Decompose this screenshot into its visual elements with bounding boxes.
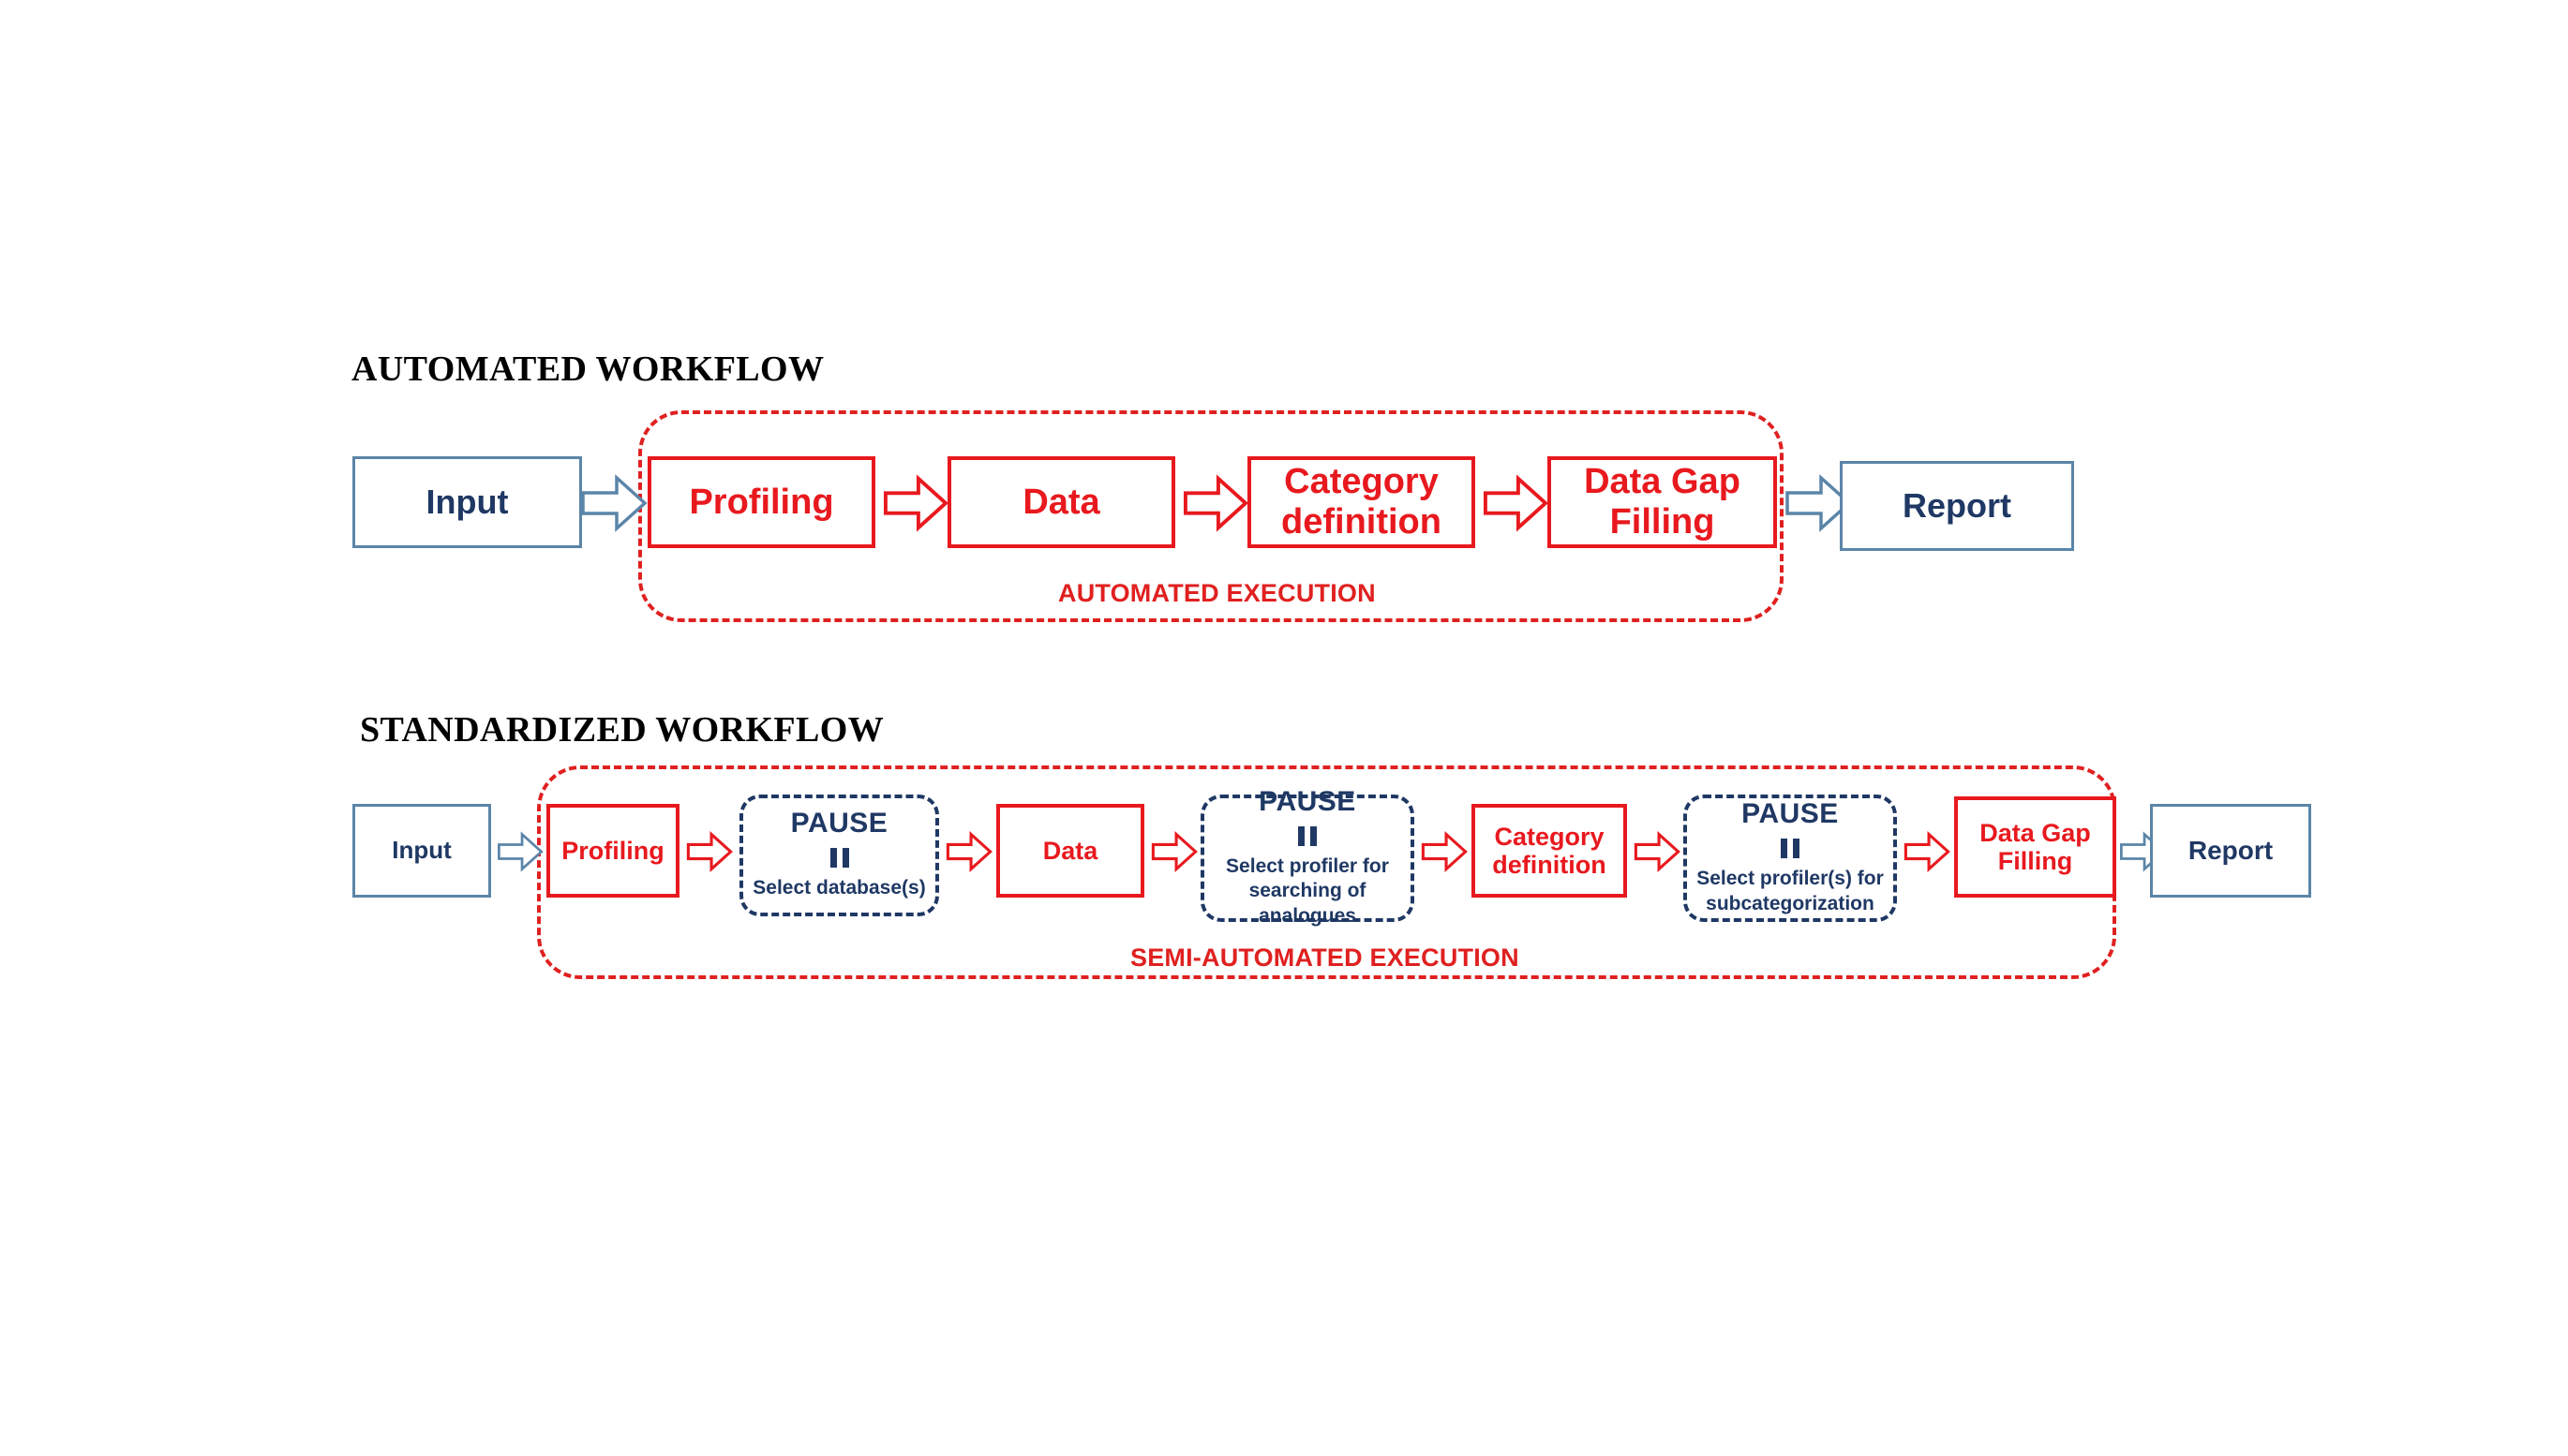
pause-bars-icon: [829, 848, 849, 869]
standardized-report-box[interactable]: Report: [2150, 804, 2311, 898]
automated-report-box[interactable]: Report: [1840, 461, 2074, 551]
standardized-input-box[interactable]: Input: [352, 804, 491, 898]
automated-input-box[interactable]: Input: [352, 456, 582, 548]
semi-automated-execution-label: SEMI-AUTOMATED EXECUTION: [1130, 943, 1519, 972]
standardized-pause-3-title: PAUSE: [1741, 798, 1839, 830]
automated-workflow-title: AUTOMATED WORKFLOW: [351, 349, 825, 389]
automated-step-data-label: Data: [1023, 482, 1100, 522]
standardized-pause-1-subtitle: Select database(s): [753, 877, 926, 899]
standardized-step-data[interactable]: Data: [996, 804, 1144, 898]
standardized-arrow-pause2-category: [1421, 830, 1468, 873]
standardized-arrow-pause3-datagap: [1904, 830, 1950, 873]
standardized-pause-2[interactable]: PAUSE Select profiler for searching of a…: [1201, 788, 1414, 927]
automated-input-label: Input: [426, 482, 509, 521]
standardized-step-data-gap-filling[interactable]: Data Gap Filling: [1954, 796, 2116, 898]
standardized-step-profiling-label: Profiling: [561, 836, 664, 865]
automated-arrow-profiling-data: [884, 473, 948, 533]
standardized-arrow-profiling-pause1: [686, 830, 733, 873]
standardized-step-data-gap-filling-label: Data Gap Filling: [1979, 818, 2091, 875]
pause-bars-icon: [1781, 839, 1799, 859]
standardized-input-label: Input: [392, 836, 452, 865]
standardized-arrow-pause1-data: [946, 830, 993, 873]
standardized-workflow-title: STANDARDIZED WORKFLOW: [360, 710, 885, 750]
standardized-step-data-label: Data: [1042, 836, 1098, 865]
standardized-arrow-data-pause2: [1151, 830, 1198, 873]
standardized-arrow-input-profiling: [498, 830, 544, 873]
automated-step-category-definition[interactable]: Category definition: [1247, 456, 1475, 548]
automated-arrow-data-category: [1184, 473, 1248, 533]
standardized-report-label: Report: [2187, 836, 2274, 866]
automated-arrow-input-profiling: [581, 473, 648, 533]
automated-step-data-gap-filling-label: Data Gap Filling: [1584, 462, 1740, 542]
standardized-pause-3[interactable]: PAUSE Select profiler(s) for subcategori…: [1683, 795, 1897, 922]
automated-execution-label: AUTOMATED EXECUTION: [1058, 579, 1376, 607]
standardized-arrow-category-pause3: [1634, 830, 1680, 873]
pause-bars-icon: [1298, 826, 1317, 847]
standardized-step-category-definition[interactable]: Category definition: [1471, 804, 1627, 898]
automated-step-profiling-label: Profiling: [689, 482, 834, 522]
standardized-pause-1[interactable]: PAUSE Select database(s): [739, 795, 939, 916]
automated-step-data[interactable]: Data: [948, 456, 1175, 548]
standardized-step-profiling[interactable]: Profiling: [546, 804, 679, 898]
standardized-step-category-definition-label: Category definition: [1492, 822, 1606, 879]
standardized-pause-2-title: PAUSE: [1259, 786, 1356, 818]
diagram-canvas: AUTOMATED WORKFLOW AUTOMATED EXECUTION I…: [0, 0, 2568, 1456]
standardized-pause-2-subtitle: Select profiler for searching of analogu…: [1226, 855, 1389, 927]
automated-step-data-gap-filling[interactable]: Data Gap Filling: [1547, 456, 1777, 548]
automated-arrow-category-datagap: [1484, 473, 1548, 533]
automated-step-category-definition-label: Category definition: [1281, 462, 1441, 542]
standardized-pause-3-subtitle: Select profiler(s) for subcategorization: [1696, 868, 1884, 914]
standardized-pause-1-title: PAUSE: [790, 808, 888, 839]
automated-report-label: Report: [1903, 485, 2011, 525]
automated-step-profiling[interactable]: Profiling: [648, 456, 875, 548]
